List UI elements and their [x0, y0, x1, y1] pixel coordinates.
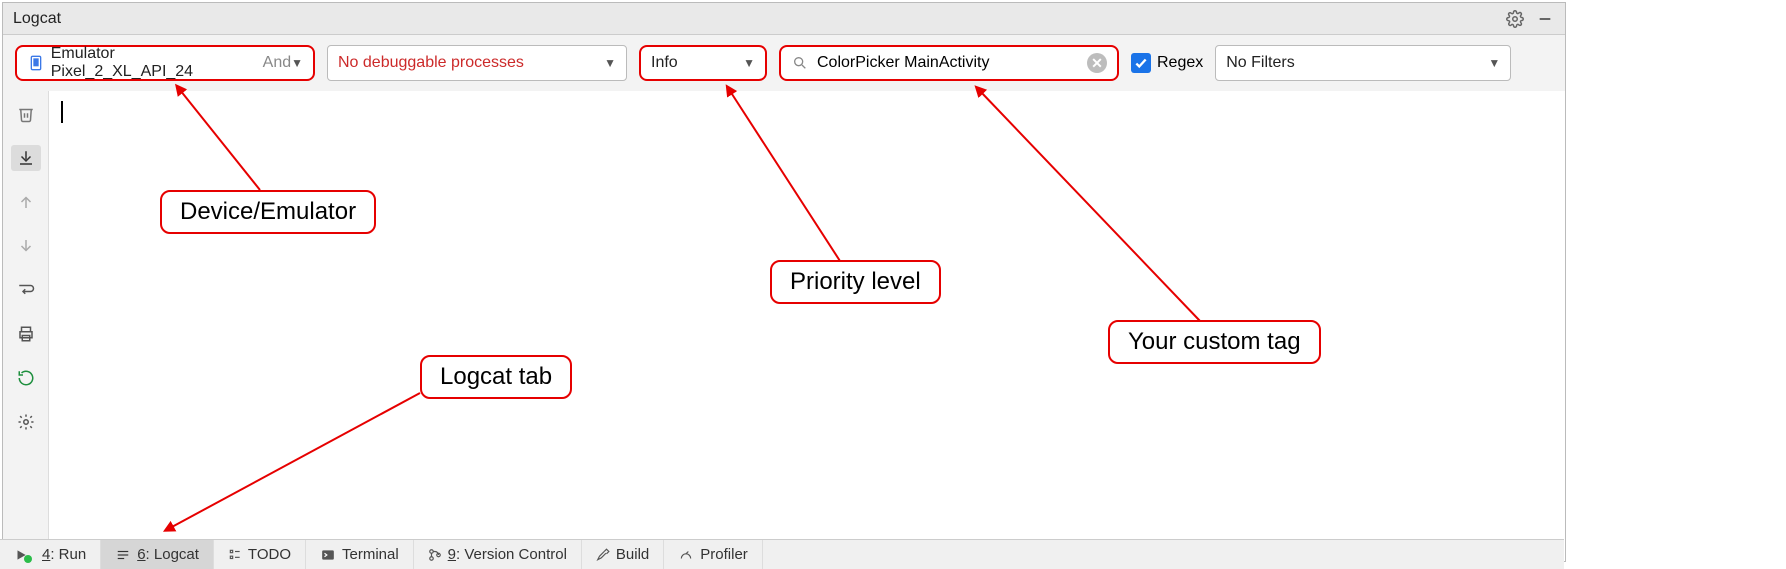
- tab-logcat-num: 6: [137, 546, 145, 563]
- run-status-dot-icon: [24, 555, 32, 563]
- restart-icon[interactable]: [11, 365, 41, 391]
- panel-title: Logcat: [13, 10, 61, 28]
- profiler-icon: [678, 548, 694, 562]
- print-icon[interactable]: [11, 321, 41, 347]
- tab-run-label: : Run: [50, 546, 86, 563]
- panel-header: Logcat: [3, 3, 1565, 35]
- tab-terminal[interactable]: Terminal: [306, 540, 414, 569]
- bottom-toolwindow-bar: 4: Run 6: Logcat TODO Terminal 9: Versio…: [0, 539, 1564, 569]
- regex-label: Regex: [1157, 54, 1203, 72]
- tab-vc-num: 9: [448, 546, 456, 563]
- log-output-area[interactable]: [49, 91, 1565, 561]
- regex-toggle[interactable]: Regex: [1131, 53, 1203, 73]
- tab-logcat[interactable]: 6: Logcat: [101, 540, 214, 569]
- device-emulator-dropdown[interactable]: Emulator Pixel_2_XL_API_24 And ▼: [15, 45, 315, 81]
- search-field[interactable]: ✕: [779, 45, 1119, 81]
- todo-icon: [228, 548, 242, 562]
- scroll-to-end-icon[interactable]: [11, 145, 41, 171]
- text-cursor: [61, 101, 63, 123]
- arrow-up-icon[interactable]: [11, 189, 41, 215]
- side-gutter: ››: [3, 91, 49, 561]
- soft-wrap-icon[interactable]: [11, 277, 41, 303]
- chevron-down-icon: ▼: [604, 56, 616, 70]
- clear-search-icon[interactable]: ✕: [1087, 53, 1107, 73]
- settings-icon[interactable]: [11, 409, 41, 435]
- annotation-tag: Your custom tag: [1108, 320, 1321, 364]
- filter-config-dropdown[interactable]: No Filters ▼: [1215, 45, 1511, 81]
- chevron-down-icon: ▼: [1488, 56, 1500, 70]
- vcs-icon: [428, 548, 442, 562]
- minimize-icon[interactable]: [1535, 9, 1555, 29]
- tab-profiler[interactable]: Profiler: [664, 540, 763, 569]
- filter-selected-text: No Filters: [1226, 54, 1294, 72]
- tab-build-label: Build: [616, 546, 649, 563]
- arrow-down-icon[interactable]: [11, 233, 41, 259]
- build-icon: [596, 548, 610, 562]
- tab-terminal-label: Terminal: [342, 546, 399, 563]
- tab-todo[interactable]: TODO: [214, 540, 306, 569]
- tab-run[interactable]: 4: Run: [0, 540, 101, 569]
- priority-level-dropdown[interactable]: Info ▼: [639, 45, 767, 81]
- chevron-down-icon: ▼: [291, 56, 303, 70]
- chevron-down-icon: ▼: [743, 56, 755, 70]
- search-icon: [791, 54, 809, 72]
- terminal-icon: [320, 548, 336, 562]
- logcat-body: ››: [3, 91, 1565, 561]
- device-selected-text: Emulator Pixel_2_XL_API_24: [51, 45, 259, 81]
- tab-version-control[interactable]: 9: Version Control: [414, 540, 582, 569]
- checkbox-checked-icon: [1131, 53, 1151, 73]
- trash-icon[interactable]: [11, 101, 41, 127]
- gear-icon[interactable]: [1505, 9, 1525, 29]
- device-trunc-text: And: [263, 54, 291, 72]
- tab-vc-label: : Version Control: [456, 546, 567, 563]
- run-icon: [14, 548, 36, 562]
- tab-todo-label: TODO: [248, 546, 291, 563]
- tab-profiler-label: Profiler: [700, 546, 748, 563]
- device-icon: [27, 54, 45, 72]
- tab-build[interactable]: Build: [582, 540, 664, 569]
- logcat-icon: [115, 548, 131, 562]
- annotation-logcat-tab: Logcat tab: [420, 355, 572, 399]
- process-selected-text: No debuggable processes: [338, 54, 524, 72]
- filter-toolbar: Emulator Pixel_2_XL_API_24 And ▼ No debu…: [3, 35, 1565, 91]
- annotation-device: Device/Emulator: [160, 190, 376, 234]
- tab-logcat-label: : Logcat: [146, 546, 199, 563]
- level-selected-text: Info: [651, 54, 678, 72]
- annotation-priority: Priority level: [770, 260, 941, 304]
- search-input[interactable]: [815, 53, 1081, 73]
- process-dropdown[interactable]: No debuggable processes ▼: [327, 45, 627, 81]
